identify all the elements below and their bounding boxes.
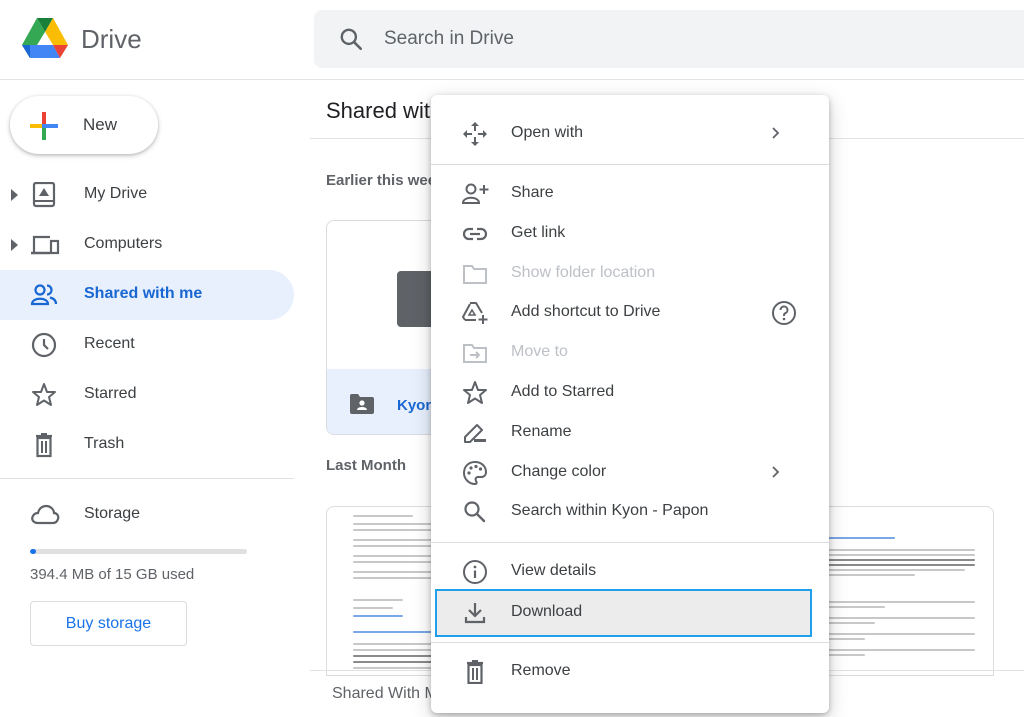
search-icon[interactable] bbox=[338, 26, 364, 52]
sidebar-item-my-drive[interactable]: My Drive bbox=[0, 170, 294, 220]
search-input[interactable] bbox=[384, 24, 884, 54]
storage-used-text: 394.4 MB of 15 GB used bbox=[30, 566, 195, 583]
rename-pencil-icon bbox=[462, 421, 488, 445]
sidebar-item-storage[interactable]: Storage bbox=[0, 490, 294, 540]
sidebar-item-label: Recent bbox=[84, 335, 135, 352]
expand-caret-icon[interactable] bbox=[11, 189, 18, 201]
sidebar-item-label: Starred bbox=[84, 385, 137, 402]
my-drive-icon bbox=[30, 182, 58, 208]
share-person-add-icon bbox=[462, 182, 489, 206]
footer-breadcrumb: Shared With Me bbox=[332, 685, 447, 702]
menu-item-search-within[interactable]: Search within Kyon - Papon bbox=[431, 492, 829, 532]
menu-item-share[interactable]: Share bbox=[431, 174, 829, 214]
menu-item-label: Get link bbox=[511, 224, 566, 241]
menu-item-label: Show folder location bbox=[511, 264, 656, 281]
link-icon bbox=[462, 222, 488, 246]
download-icon bbox=[462, 601, 488, 625]
chevron-right-icon bbox=[769, 463, 783, 481]
menu-item-label: Share bbox=[511, 184, 554, 201]
add-shortcut-icon bbox=[462, 301, 488, 325]
section-label: Last Month bbox=[326, 457, 406, 474]
sidebar-item-starred[interactable]: Starred bbox=[0, 370, 294, 420]
expand-caret-icon[interactable] bbox=[11, 239, 18, 251]
menu-item-label: Open with bbox=[511, 124, 584, 141]
menu-item-add-to-starred[interactable]: Add to Starred bbox=[431, 373, 829, 413]
shared-people-icon bbox=[30, 282, 58, 308]
menu-item-label: Move to bbox=[511, 343, 568, 360]
menu-item-add-shortcut[interactable]: Add shortcut to Drive bbox=[431, 293, 829, 333]
buy-storage-button[interactable]: Buy storage bbox=[30, 601, 187, 646]
menu-item-label: Download bbox=[511, 603, 583, 620]
trash-icon bbox=[30, 432, 58, 458]
menu-item-move-to[interactable]: Move to bbox=[431, 333, 829, 373]
sidebar-divider bbox=[0, 478, 294, 479]
sidebar: New My Drive Computers Shared with me Re… bbox=[0, 80, 310, 717]
sidebar-item-recent[interactable]: Recent bbox=[0, 320, 294, 370]
menu-item-label: Change color bbox=[511, 463, 607, 480]
cloud-icon bbox=[30, 502, 60, 528]
menu-item-label: Rename bbox=[511, 423, 572, 440]
menu-item-view-details[interactable]: View details bbox=[431, 552, 829, 592]
new-button-label: New bbox=[83, 115, 118, 134]
folder-icon bbox=[462, 262, 488, 286]
computers-icon bbox=[30, 232, 60, 258]
menu-item-label: Search within Kyon - Papon bbox=[511, 502, 709, 519]
menu-item-download[interactable]: Download bbox=[435, 589, 812, 637]
star-icon bbox=[462, 381, 488, 405]
move-to-icon bbox=[462, 341, 488, 365]
menu-separator bbox=[431, 642, 829, 643]
chevron-right-icon bbox=[769, 124, 783, 142]
menu-item-change-color[interactable]: Change color bbox=[431, 453, 829, 493]
storage-usage-fill bbox=[30, 549, 36, 554]
menu-item-remove[interactable]: Remove bbox=[431, 652, 829, 692]
sidebar-item-label: Shared with me bbox=[84, 285, 203, 302]
sidebar-item-trash[interactable]: Trash bbox=[0, 420, 294, 470]
trash-icon bbox=[462, 660, 488, 684]
menu-item-rename[interactable]: Rename bbox=[431, 413, 829, 453]
section-label: Earlier this week bbox=[326, 172, 445, 189]
menu-item-label: View details bbox=[511, 562, 597, 579]
clock-icon bbox=[30, 332, 58, 358]
shared-folder-icon bbox=[349, 393, 375, 415]
info-icon bbox=[462, 560, 488, 584]
menu-item-label: Remove bbox=[511, 662, 571, 679]
open-with-icon bbox=[462, 122, 488, 146]
app-name: Drive bbox=[81, 24, 142, 54]
menu-separator bbox=[431, 542, 829, 543]
storage-usage-bar bbox=[30, 549, 247, 554]
menu-separator bbox=[431, 164, 829, 165]
menu-item-open-with[interactable]: Open with bbox=[431, 114, 829, 154]
palette-icon bbox=[462, 461, 488, 485]
search-bar[interactable] bbox=[314, 10, 1024, 68]
menu-item-label: Add shortcut to Drive bbox=[511, 303, 661, 320]
menu-item-label: Add to Starred bbox=[511, 383, 615, 400]
new-button[interactable]: New bbox=[10, 96, 158, 154]
sidebar-item-computers[interactable]: Computers bbox=[0, 220, 294, 270]
star-icon bbox=[30, 382, 58, 408]
help-icon[interactable] bbox=[771, 300, 797, 326]
search-icon bbox=[462, 500, 488, 524]
menu-item-show-folder-location[interactable]: Show folder location bbox=[431, 254, 829, 294]
sidebar-item-label: Computers bbox=[84, 235, 163, 252]
context-menu: Open with Share Get link Show folder loc… bbox=[431, 95, 829, 713]
sidebar-item-label: Trash bbox=[84, 435, 125, 452]
top-bar: Drive bbox=[0, 0, 1024, 80]
sidebar-item-shared-with-me[interactable]: Shared with me bbox=[0, 270, 294, 320]
plus-icon bbox=[30, 112, 58, 140]
drive-logo-icon[interactable] bbox=[22, 18, 68, 58]
sidebar-item-label: My Drive bbox=[84, 185, 148, 202]
menu-item-get-link[interactable]: Get link bbox=[431, 214, 829, 254]
storage-label: Storage bbox=[84, 505, 141, 522]
